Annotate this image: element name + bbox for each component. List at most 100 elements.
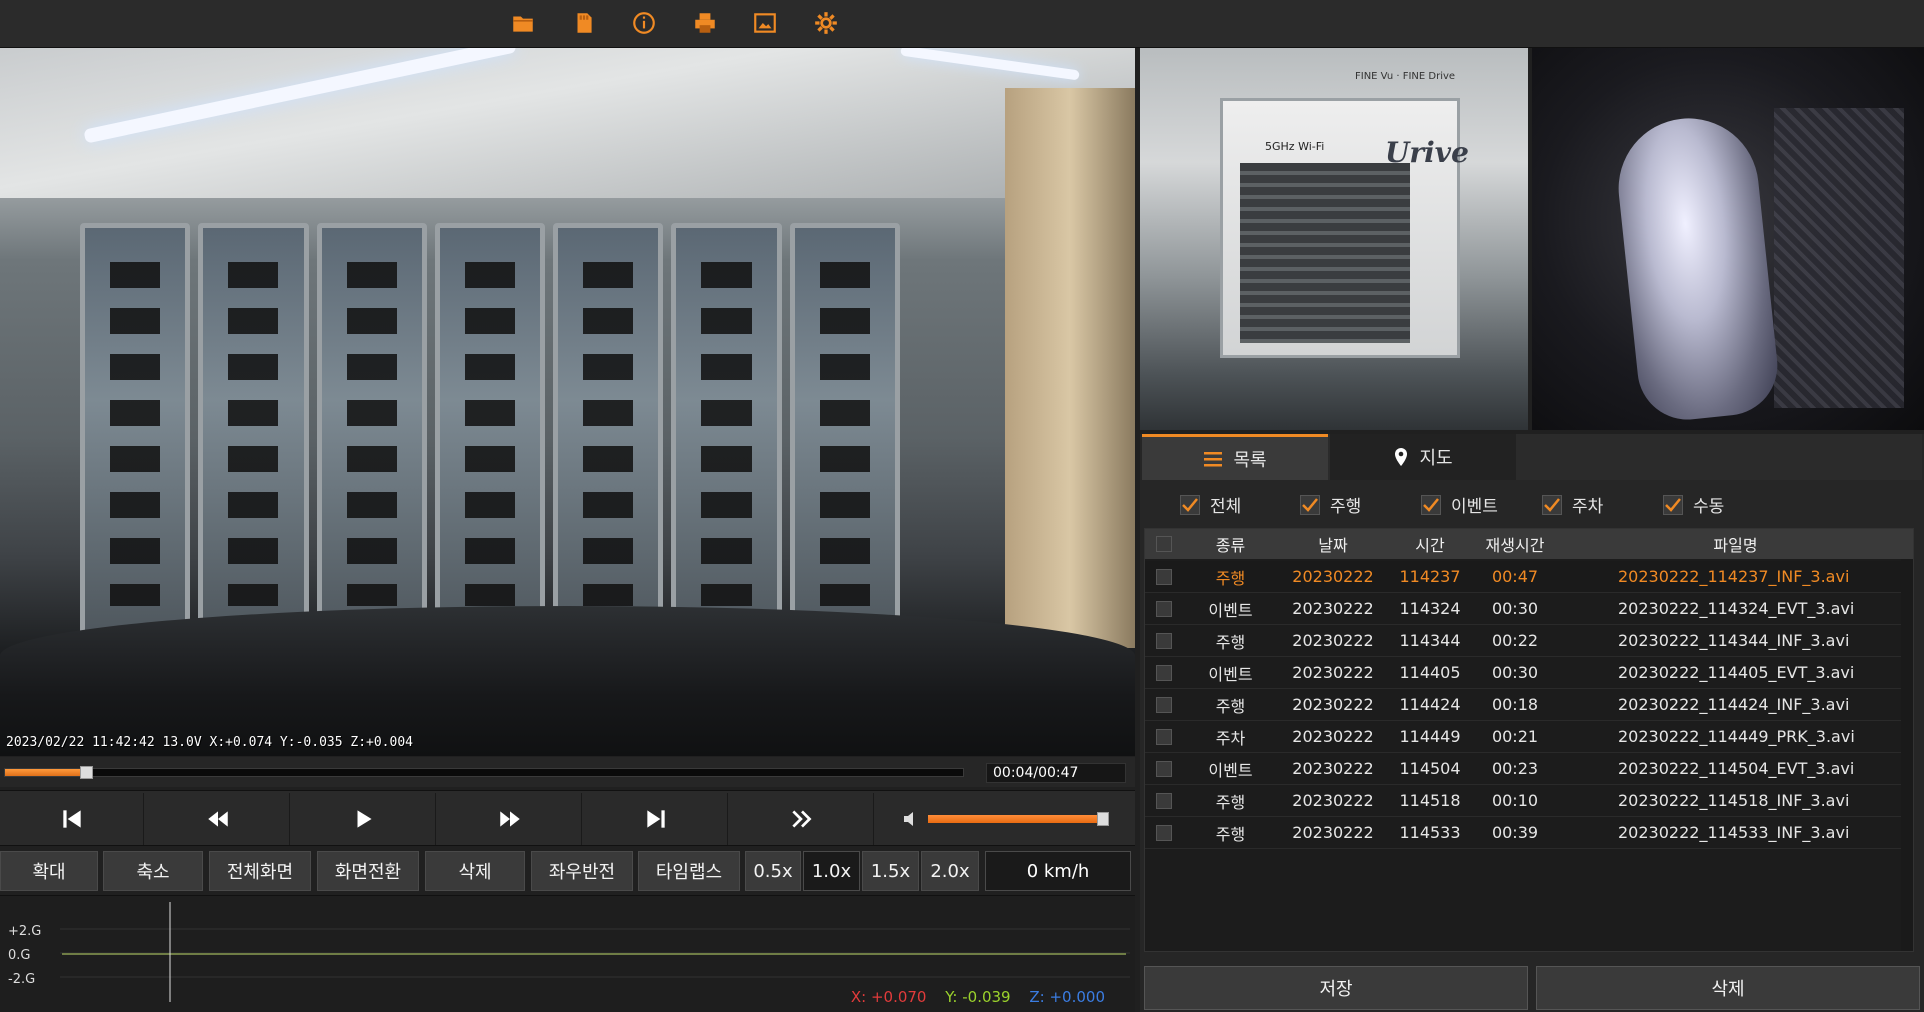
window-pane	[316, 223, 427, 663]
volume-slider[interactable]	[928, 812, 1109, 826]
volume-knob[interactable]	[1096, 812, 1109, 826]
tab-list-label: 목록	[1233, 449, 1267, 471]
row-checkbox-cell[interactable]	[1145, 785, 1183, 816]
timelapse-button[interactable]: 타임랩스	[638, 851, 740, 891]
row-checkbox[interactable]	[1156, 728, 1172, 745]
row-checkbox-cell[interactable]	[1145, 657, 1183, 688]
row-checkbox[interactable]	[1156, 760, 1172, 777]
speed-readout: 0 km/h	[985, 851, 1131, 891]
play-button[interactable]	[292, 793, 436, 845]
row-checkbox-cell[interactable]	[1145, 689, 1183, 720]
zoom-in-button[interactable]: 확대	[0, 851, 98, 891]
row-checkbox[interactable]	[1156, 600, 1172, 617]
store-sign-top: FINE Vu · FINE Drive	[1355, 71, 1456, 82]
row-checkbox[interactable]	[1156, 632, 1172, 649]
front-camera-view[interactable]: 2023/02/22 11:42:42 13.0V X:+0.074 Y:-0.…	[0, 48, 1135, 756]
cell-time: 114344	[1399, 631, 1461, 650]
filter-event[interactable]: 이벤트	[1421, 492, 1498, 517]
progress-fill	[5, 769, 87, 776]
fast-forward-button[interactable]	[438, 793, 582, 845]
table-row[interactable]: 주행 20230222 114424 00:18 20230222_114424_INF…	[1145, 689, 1913, 721]
progress-slider[interactable]	[4, 766, 964, 779]
g-z-value: Z: +0.000	[1029, 988, 1105, 1006]
switch-view-button[interactable]: 화면전환	[317, 851, 419, 891]
row-checkbox[interactable]	[1156, 792, 1172, 809]
row-checkbox[interactable]	[1156, 824, 1172, 841]
list-icon	[1204, 451, 1223, 466]
table-scrollbar[interactable]	[1901, 559, 1913, 951]
filter-row: 전체 주행 이벤트 주차 수동	[1142, 482, 1922, 526]
rewind-button[interactable]	[146, 793, 290, 845]
cabin-camera-view[interactable]	[1532, 48, 1924, 430]
table-row[interactable]: 주행 20230222 114237 00:47 20230222_114237_INF…	[1145, 561, 1913, 593]
cell-filename: 20230222_114518_INF_3.avi	[1618, 791, 1850, 810]
row-checkbox[interactable]	[1156, 568, 1172, 585]
table-row[interactable]: 이벤트 20230222 114324 00:30 20230222_114324_EV…	[1145, 593, 1913, 625]
table-row[interactable]: 주행 20230222 114344 00:22 20230222_114344_INF…	[1145, 625, 1913, 657]
table-body: 주행 20230222 114237 00:47 20230222_114237_INF…	[1145, 561, 1913, 849]
select-all-checkbox[interactable]	[1156, 536, 1172, 552]
save-button[interactable]: 저장	[1144, 966, 1528, 1010]
cell-filename: 20230222_114533_INF_3.avi	[1618, 823, 1850, 842]
speed-1-0x-button[interactable]: 1.0x	[803, 851, 860, 891]
speed-1-5x-button[interactable]: 1.5x	[862, 851, 919, 891]
progress-knob[interactable]	[80, 766, 94, 779]
filter-manual[interactable]: 수동	[1663, 492, 1724, 517]
header-type[interactable]: 종류	[1183, 529, 1278, 559]
cell-filename: 20230222_114237_INF_3.avi	[1618, 567, 1850, 586]
row-checkbox-cell[interactable]	[1145, 625, 1183, 656]
table-row[interactable]: 주차 20230222 114449 00:21 20230222_114449_PRK…	[1145, 721, 1913, 753]
header-duration[interactable]: 재생시간	[1472, 529, 1558, 559]
fullscreen-button[interactable]: 전체화면	[209, 851, 311, 891]
print-icon[interactable]	[688, 6, 722, 40]
checkbox-checked-icon	[1180, 494, 1200, 515]
skip-to-end-button[interactable]	[584, 793, 728, 845]
filter-parking[interactable]: 주차	[1542, 492, 1603, 517]
cell-duration: 00:22	[1491, 631, 1539, 650]
row-checkbox[interactable]	[1156, 664, 1172, 681]
cell-date: 20230222	[1292, 631, 1374, 650]
skip-to-start-button[interactable]	[0, 793, 144, 845]
next-file-button[interactable]	[730, 793, 874, 845]
row-checkbox[interactable]	[1156, 696, 1172, 713]
row-checkbox-cell[interactable]	[1145, 721, 1183, 752]
speed-2-0x-button[interactable]: 2.0x	[921, 851, 979, 891]
tab-list[interactable]: 목록	[1142, 434, 1328, 480]
filter-all[interactable]: 전체	[1180, 492, 1241, 517]
table-row[interactable]: 이벤트 20230222 114504 00:23 20230222_114504_EV…	[1145, 753, 1913, 785]
delete-video-button[interactable]: 삭제	[425, 851, 525, 891]
play-icon	[357, 810, 372, 828]
capture-icon[interactable]	[748, 6, 782, 40]
volume-icon[interactable]	[900, 807, 924, 831]
row-checkbox-cell[interactable]	[1145, 753, 1183, 784]
storefront-windows	[80, 223, 900, 663]
window-pane	[434, 223, 546, 663]
table-row[interactable]: 주행 20230222 114533 00:39 20230222_114533_INF…	[1145, 817, 1913, 849]
store-sign: Urive	[1385, 136, 1469, 169]
cell-date: 20230222	[1292, 663, 1374, 682]
filter-driving[interactable]: 주행	[1300, 492, 1361, 517]
row-checkbox-cell[interactable]	[1145, 593, 1183, 624]
delete-button[interactable]: 삭제	[1536, 966, 1920, 1010]
cell-date: 20230222	[1292, 823, 1374, 842]
header-date[interactable]: 날짜	[1278, 529, 1388, 559]
row-checkbox-cell[interactable]	[1145, 817, 1183, 848]
cell-type: 주행	[1215, 696, 1246, 716]
row-checkbox-cell[interactable]	[1145, 561, 1183, 592]
info-icon[interactable]	[627, 6, 661, 40]
table-row[interactable]: 주행 20230222 114518 00:10 20230222_114518_INF…	[1145, 785, 1913, 817]
cell-filename: 20230222_114424_INF_3.avi	[1618, 695, 1850, 714]
header-filename[interactable]: 파일명	[1558, 529, 1913, 559]
zoom-out-button[interactable]: 축소	[103, 851, 203, 891]
rear-camera-view[interactable]: FINE Vu · FINE Drive 5GHz Wi-Fi Urive	[1140, 48, 1528, 430]
folder-icon[interactable]	[506, 6, 540, 40]
header-time[interactable]: 시간	[1388, 529, 1472, 559]
select-all-cell[interactable]	[1145, 529, 1183, 559]
speed-0-5x-button[interactable]: 0.5x	[745, 851, 801, 891]
sd-card-icon[interactable]	[567, 6, 601, 40]
table-row[interactable]: 이벤트 20230222 114405 00:30 20230222_114405_EV…	[1145, 657, 1913, 689]
tab-map[interactable]: 지도	[1330, 434, 1516, 480]
mirror-button[interactable]: 좌우반전	[531, 851, 633, 891]
filter-driving-label: 주행	[1330, 497, 1362, 517]
settings-icon[interactable]	[809, 6, 843, 40]
